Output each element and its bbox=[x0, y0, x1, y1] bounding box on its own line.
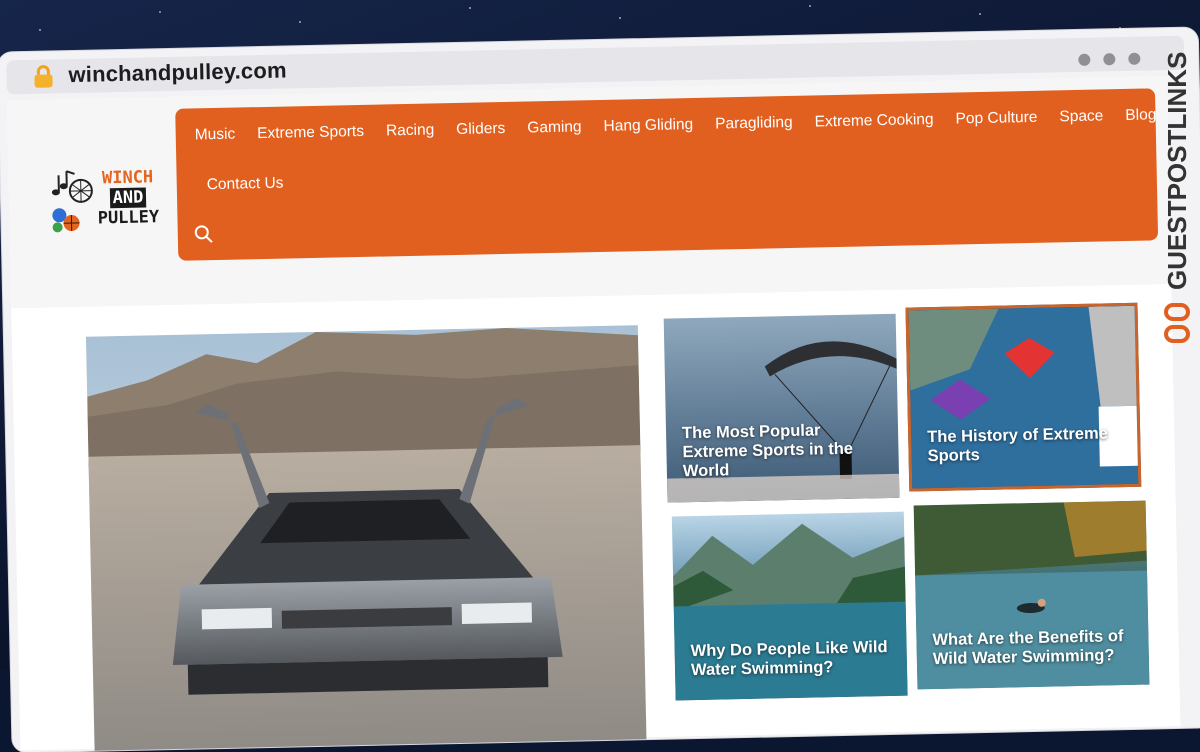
main-navigation: Music Extreme Sports Racing Gliders Gami… bbox=[175, 88, 1159, 261]
window-dot-icon[interactable] bbox=[1103, 53, 1116, 66]
nav-item-space[interactable]: Space bbox=[1048, 107, 1114, 126]
window-controls bbox=[1078, 52, 1141, 66]
article-title[interactable]: The Most Popular Extreme Sports in the W… bbox=[682, 420, 887, 481]
site-header: WINCH AND PULLEY Music Extreme Sports Ra… bbox=[6, 76, 1172, 309]
url-text: winchandpulley.com bbox=[68, 57, 287, 88]
browser-frame: winchandpulley.com WINCH AND PULLEY Musi… bbox=[0, 27, 1200, 752]
browser-window: winchandpulley.com WINCH AND PULLEY Musi… bbox=[0, 0, 1200, 752]
article-title[interactable]: The History of Extreme Sports bbox=[927, 424, 1126, 466]
article-card[interactable]: The History of Extreme Sports bbox=[905, 302, 1142, 492]
nav-item-gaming[interactable]: Gaming bbox=[516, 118, 593, 138]
search-icon[interactable] bbox=[194, 224, 214, 244]
logo-line-and: AND bbox=[109, 187, 147, 209]
music-sports-icon bbox=[51, 170, 93, 233]
nav-item-paragliding[interactable]: Paragliding bbox=[704, 114, 804, 134]
article-title[interactable]: Why Do People Like Wild Water Swimming? bbox=[690, 638, 895, 680]
article-card[interactable]: Why Do People Like Wild Water Swimming? bbox=[671, 511, 908, 701]
nav-item-extreme-sports[interactable]: Extreme Sports bbox=[246, 123, 375, 144]
nav-item-music[interactable]: Music bbox=[184, 125, 247, 144]
logo-line-winch: WINCH bbox=[101, 167, 154, 189]
site-logo[interactable]: WINCH AND PULLEY bbox=[48, 167, 159, 235]
watermark-text: GUESTPOSTLINKS bbox=[1162, 52, 1192, 290]
nav-item-gliders[interactable]: Gliders bbox=[445, 120, 516, 139]
window-dot-icon[interactable] bbox=[1078, 53, 1091, 66]
logo-text: WINCH AND PULLEY bbox=[96, 167, 160, 229]
lock-icon bbox=[34, 65, 53, 88]
article-title[interactable]: What Are the Benefits of Wild Water Swim… bbox=[932, 627, 1137, 669]
guestpostlinks-watermark: GUESTPOSTLINKS bbox=[1162, 52, 1192, 343]
nav-item-pop-culture[interactable]: Pop Culture bbox=[944, 109, 1048, 129]
web-page: WINCH AND PULLEY Music Extreme Sports Ra… bbox=[6, 76, 1181, 752]
window-dot-icon[interactable] bbox=[1128, 52, 1141, 65]
link-icon bbox=[1164, 303, 1190, 343]
nav-row: Music Extreme Sports Racing Gliders Gami… bbox=[184, 106, 1168, 145]
featured-content: The Most Popular Extreme Sports in the W… bbox=[11, 286, 1181, 752]
delorean-photo bbox=[85, 325, 647, 752]
logo-line-pulley: PULLEY bbox=[97, 207, 160, 229]
nav-item-hang-gliding[interactable]: Hang Gliding bbox=[592, 116, 704, 136]
article-card[interactable]: What Are the Benefits of Wild Water Swim… bbox=[913, 500, 1150, 690]
article-card[interactable]: The Most Popular Extreme Sports in the W… bbox=[663, 313, 900, 503]
nav-item-contact-us[interactable]: Contact Us bbox=[196, 174, 295, 194]
nav-item-racing[interactable]: Racing bbox=[375, 121, 446, 140]
nav-item-extreme-cooking[interactable]: Extreme Cooking bbox=[804, 111, 945, 132]
featured-image-delorean[interactable] bbox=[85, 325, 647, 752]
